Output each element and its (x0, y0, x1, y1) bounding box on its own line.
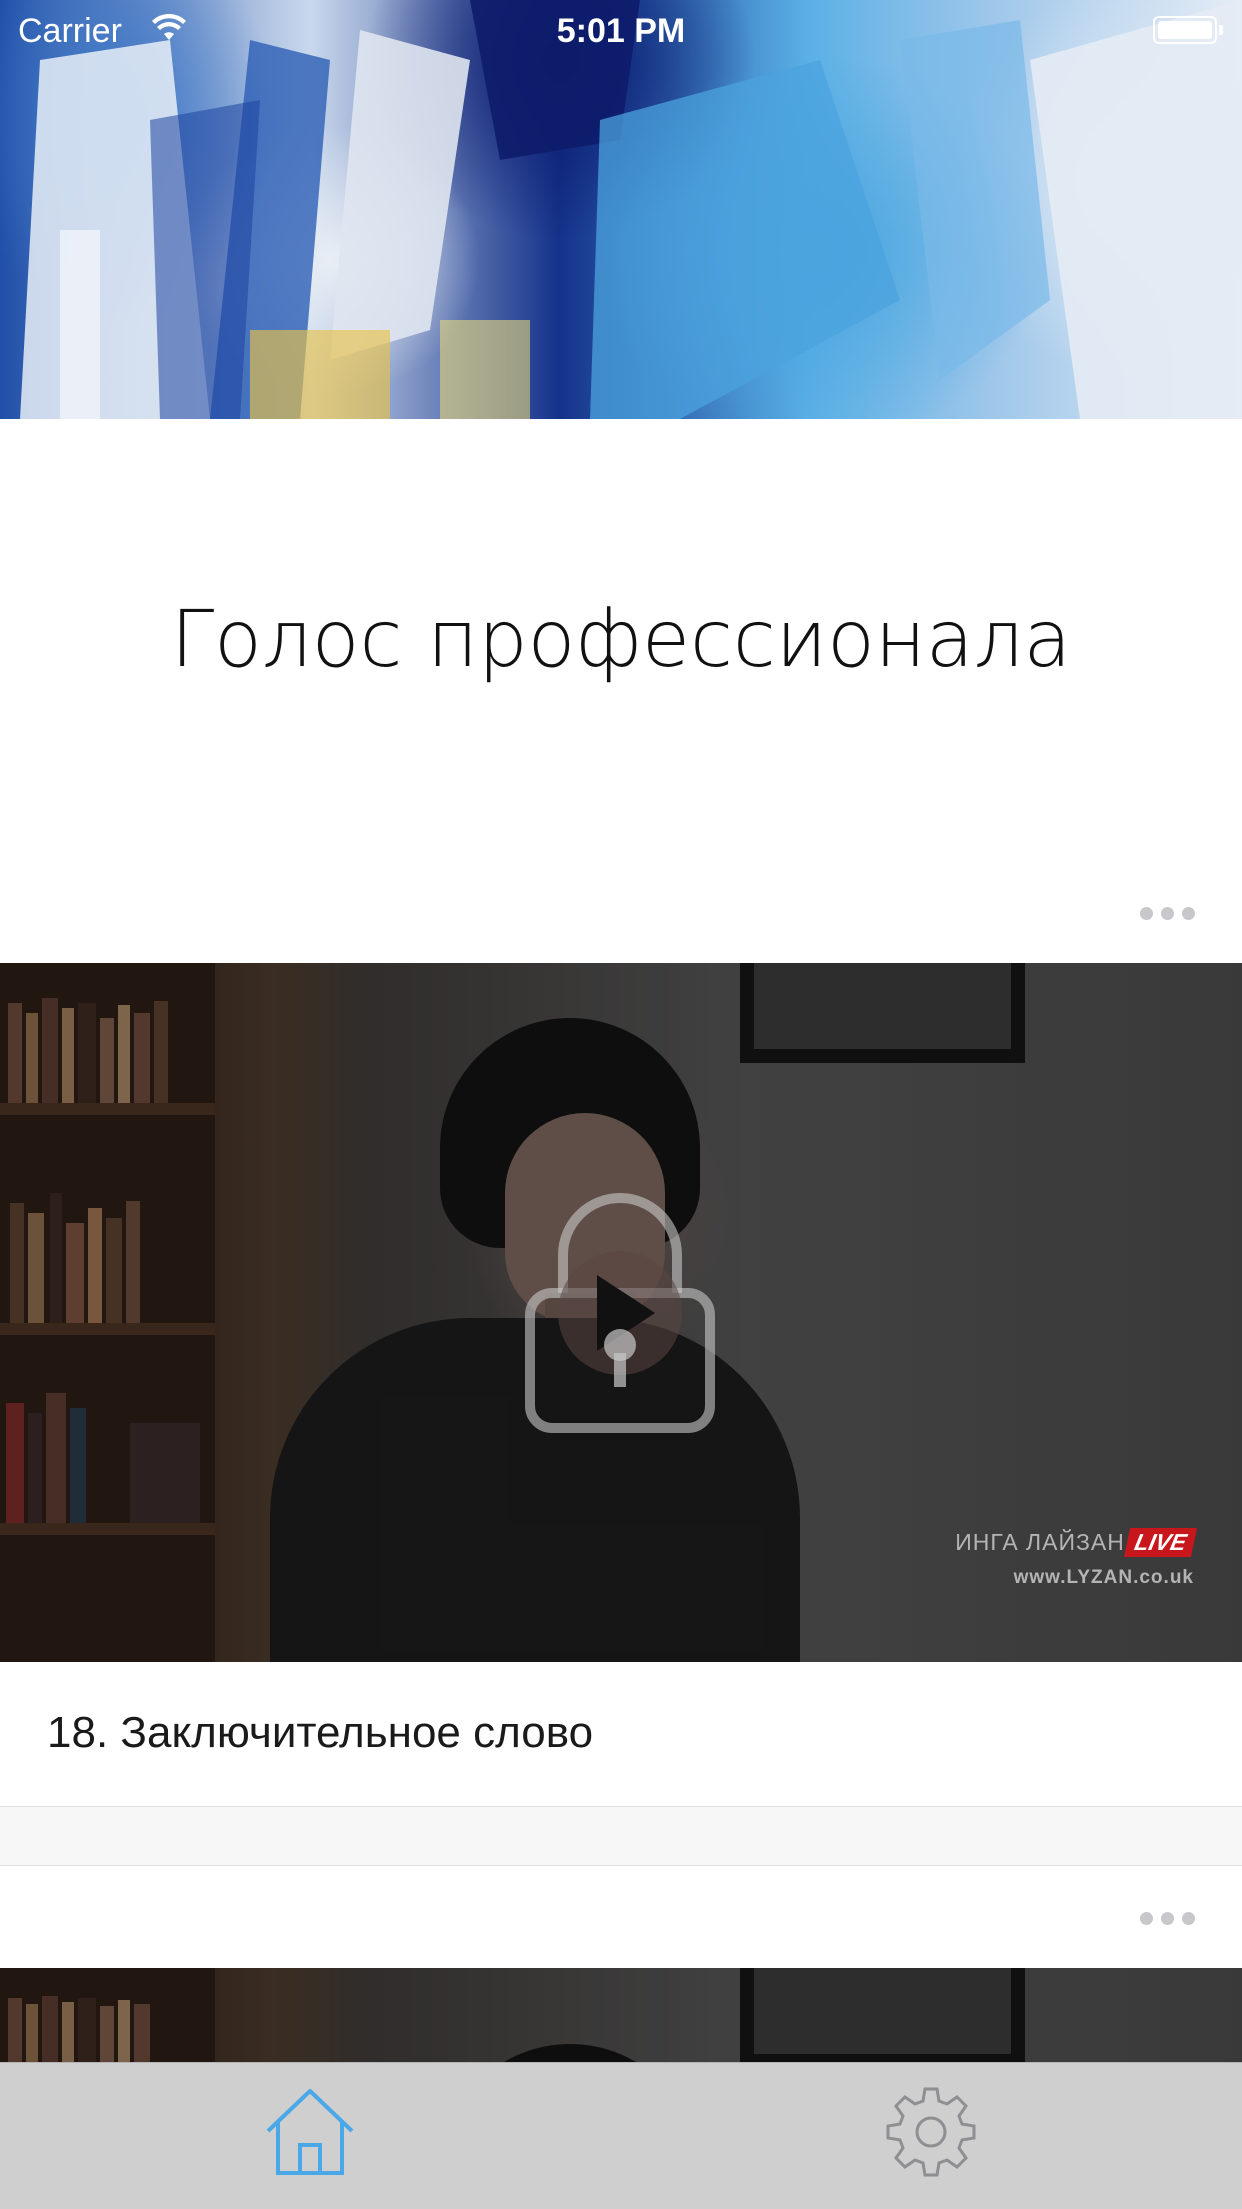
status-bar: Carrier 5:01 PM (0, 0, 1242, 60)
video-thumbnail[interactable]: ИНГА ЛАЙЗАН LIVE www.LYZAN.co.uk (0, 963, 1242, 1662)
lock-icon[interactable] (525, 1193, 715, 1433)
video-watermark: ИНГА ЛАЙЗАН LIVE www.LYZAN.co.uk (955, 1528, 1198, 1589)
painting-strokes (20, 0, 1242, 419)
gear-icon[interactable] (883, 2085, 979, 2181)
watermark-live-badge: LIVE (1123, 1528, 1198, 1557)
tab-bar (0, 2062, 1242, 2209)
home-icon[interactable] (262, 2085, 358, 2177)
more-options-button[interactable] (1140, 1909, 1196, 1925)
watermark-url: www.LYZAN.co.uk (1013, 1567, 1194, 1588)
thumbnail-overlay (0, 1968, 1242, 2062)
watermark-name: ИНГА ЛАЙЗАН (955, 1529, 1125, 1555)
more-options-button[interactable] (1140, 904, 1196, 920)
card-separator (0, 1806, 1242, 1866)
page-title: Голос профессионала (170, 595, 1072, 685)
video-title[interactable]: 18. Заключительное слово (47, 1708, 593, 1758)
battery-icon (1153, 16, 1217, 44)
video-thumbnail[interactable] (0, 1968, 1242, 2062)
battery-tip (1219, 25, 1223, 35)
header-artwork (0, 0, 1242, 419)
status-time: 5:01 PM (556, 12, 686, 50)
